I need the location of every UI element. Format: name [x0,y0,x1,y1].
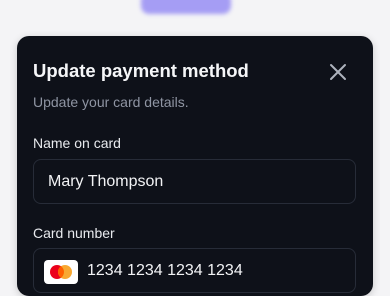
modal-title: Update payment method [33,60,249,81]
close-button[interactable] [326,60,350,84]
name-on-card-label: Name on card [33,135,121,151]
card-number-value: 1234 1234 1234 1234 [87,262,243,279]
name-on-card-input[interactable]: Mary Thompson [33,159,356,204]
name-on-card-value: Mary Thompson [48,173,164,190]
card-number-input[interactable]: 1234 1234 1234 1234 [33,248,356,293]
update-payment-modal: Update payment method Update your card d… [17,36,373,296]
close-icon [330,64,346,80]
modal-subtitle: Update your card details. [33,94,189,110]
background-trigger-button [141,0,231,14]
mastercard-icon [44,260,78,284]
card-number-label: Card number [33,225,115,241]
